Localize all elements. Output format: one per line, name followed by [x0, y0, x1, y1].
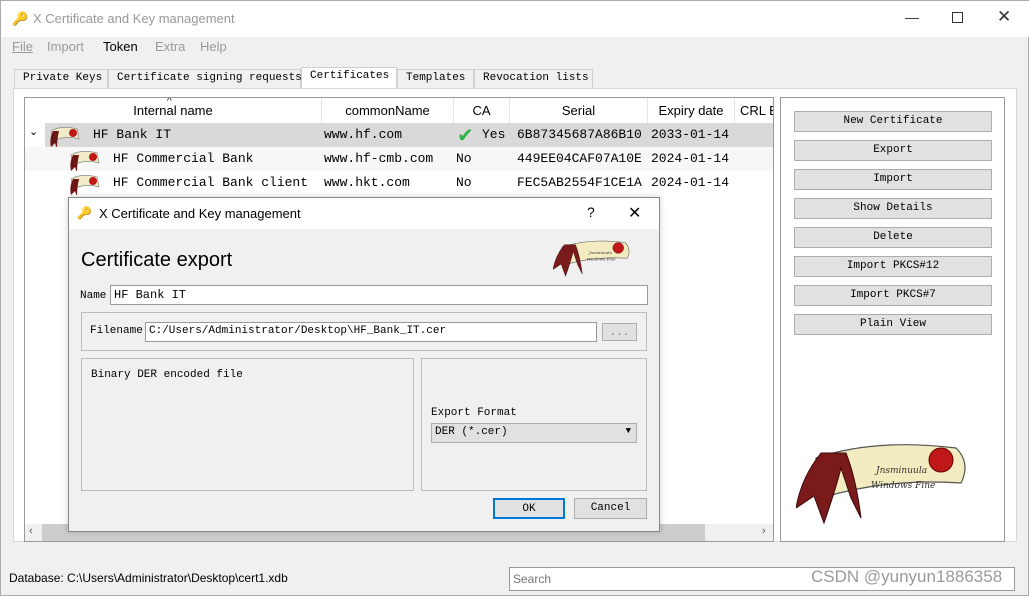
- title-bar: 🔑 X Certificate and Key management — ✕: [1, 1, 1029, 37]
- cert-serial: FEC5AB2554F1CE1A: [517, 175, 642, 190]
- format-description: Binary DER encoded file: [91, 369, 243, 381]
- dialog-heading: Certificate export: [81, 249, 233, 271]
- app-key-icon: 🔑: [12, 11, 29, 26]
- watermark: CSDN @yunyun1886358: [811, 567, 1003, 586]
- export-format-select[interactable]: DER (*.cer) ▼: [431, 423, 637, 443]
- plain-view-button[interactable]: Plain View: [794, 314, 992, 335]
- table-row[interactable]: HF Commercial Bank client www.hkt.com No…: [25, 171, 773, 195]
- cert-cn: www.hf-cmb.com: [324, 151, 434, 166]
- name-input[interactable]: HF Bank IT: [110, 285, 648, 305]
- check-icon: ✔: [457, 123, 474, 147]
- show-details-button[interactable]: Show Details: [794, 198, 992, 219]
- delete-button[interactable]: Delete: [794, 227, 992, 248]
- dropdown-arrow-icon: ▼: [625, 426, 631, 436]
- column-ca[interactable]: CA: [454, 98, 510, 123]
- cert-serial: 6B87345687A86B10: [517, 127, 642, 142]
- format-group: Export Format DER (*.cer) ▼: [421, 358, 647, 491]
- column-crl[interactable]: CRL E: [735, 98, 773, 123]
- tab-revocation-lists[interactable]: Revocation lists: [474, 69, 593, 89]
- menu-file[interactable]: File: [12, 39, 33, 54]
- cancel-button[interactable]: Cancel: [574, 498, 647, 519]
- cert-expiry: 2024-01-14: [651, 151, 730, 166]
- export-button[interactable]: Export: [794, 140, 992, 161]
- xca-logo: [553, 240, 630, 277]
- export-format-value: DER (*.cer): [435, 426, 508, 438]
- cert-ca: No: [456, 175, 472, 190]
- certificate-export-dialog: 🔑 X Certificate and Key management ? ✕ C…: [68, 197, 660, 532]
- column-expiry[interactable]: Expiry date: [648, 98, 735, 123]
- cert-expiry: 2033-01-14: [651, 127, 730, 142]
- import-pkcs7-button[interactable]: Import PKCS#7: [794, 285, 992, 306]
- cert-expiry: 2024-01-14: [651, 175, 730, 190]
- cert-ca: Yes: [482, 127, 506, 142]
- certificate-icon: [69, 174, 100, 195]
- table-row[interactable]: HF Commercial Bank www.hf-cmb.com No 449…: [25, 147, 773, 171]
- name-label: Name: [80, 290, 107, 302]
- action-panel: New Certificate Export Import Show Detai…: [780, 97, 1005, 542]
- column-common-name[interactable]: commonName: [322, 98, 454, 123]
- tab-certificates[interactable]: Certificates: [301, 67, 397, 89]
- menu-token[interactable]: Token: [103, 39, 138, 54]
- cert-cn: www.hkt.com: [324, 175, 410, 190]
- certificate-icon: [69, 150, 100, 171]
- import-button[interactable]: Import: [794, 169, 992, 190]
- dialog-title: X Certificate and Key management: [99, 206, 301, 221]
- tab-private-keys[interactable]: Private Keys: [14, 69, 108, 89]
- filename-group: Filename C:/Users/Administrator/Desktop\…: [81, 312, 647, 351]
- help-button[interactable]: ?: [587, 204, 595, 220]
- sort-asc-icon: ^: [167, 98, 172, 107]
- menu-extra[interactable]: Extra: [155, 39, 185, 54]
- browse-button[interactable]: ...: [602, 323, 637, 341]
- column-serial[interactable]: Serial: [510, 98, 648, 123]
- column-internal-name[interactable]: Internal name ^: [25, 98, 322, 123]
- database-path: Database: C:\Users\Administrator\Desktop…: [9, 571, 288, 585]
- cert-serial: 449EE04CAF07A10E: [517, 151, 642, 166]
- minimize-button[interactable]: —: [905, 9, 919, 25]
- table-row[interactable]: ⌄ HF Bank IT www.hf.com ✔ Yes 6B87345687…: [25, 123, 773, 147]
- dialog-close-button[interactable]: ✕: [628, 203, 641, 223]
- new-certificate-button[interactable]: New Certificate: [794, 111, 992, 132]
- description-box: Binary DER encoded file: [81, 358, 414, 491]
- cert-name: HF Commercial Bank client: [113, 175, 309, 190]
- scroll-right-icon[interactable]: ›: [762, 525, 766, 537]
- import-pkcs12-button[interactable]: Import PKCS#12: [794, 256, 992, 277]
- cert-name: HF Commercial Bank: [113, 151, 254, 166]
- dialog-title-bar: 🔑 X Certificate and Key management ? ✕: [69, 198, 659, 229]
- tab-csr[interactable]: Certificate signing requests: [108, 69, 302, 89]
- scroll-left-icon[interactable]: ‹: [29, 525, 33, 537]
- app-key-icon: 🔑: [77, 206, 92, 220]
- cert-ca: No: [456, 151, 472, 166]
- menu-help[interactable]: Help: [200, 39, 227, 54]
- cert-name: HF Bank IT: [93, 127, 172, 142]
- filename-label: Filename: [90, 325, 143, 337]
- filename-input[interactable]: C:/Users/Administrator/Desktop\HF_Bank_I…: [145, 322, 597, 342]
- menu-import[interactable]: Import: [47, 39, 84, 54]
- collapse-chevron-icon[interactable]: ⌄: [29, 125, 38, 138]
- window-title: X Certificate and Key management: [33, 11, 235, 26]
- xca-logo: [796, 444, 966, 524]
- certificate-icon: [49, 126, 80, 147]
- maximize-button[interactable]: [952, 12, 963, 23]
- export-format-label: Export Format: [431, 407, 517, 419]
- tab-templates[interactable]: Templates: [397, 69, 474, 89]
- ok-button[interactable]: OK: [493, 498, 565, 519]
- cert-cn: www.hf.com: [324, 127, 403, 142]
- close-button[interactable]: ✕: [997, 7, 1011, 27]
